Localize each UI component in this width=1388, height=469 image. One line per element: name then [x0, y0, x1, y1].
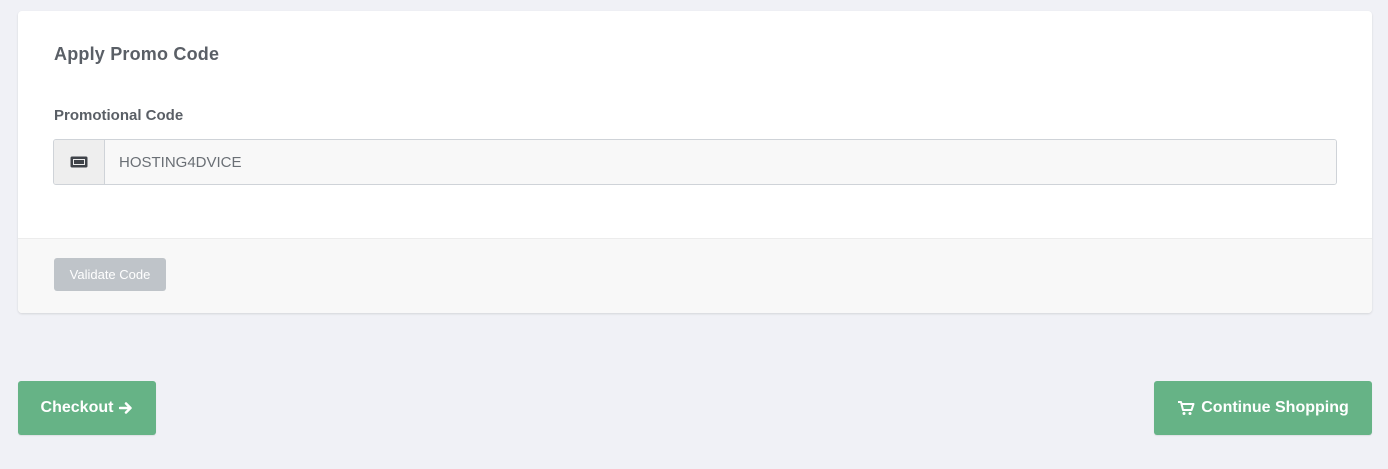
cart-icon — [1177, 400, 1195, 416]
promo-card-footer: Validate Code — [18, 238, 1372, 313]
promotional-code-label: Promotional Code — [54, 107, 184, 124]
ticket-icon — [54, 140, 105, 184]
continue-shopping-label: Continue Shopping — [1201, 399, 1349, 416]
promo-code-card: Apply Promo Code Promotional Code Valida… — [18, 11, 1372, 313]
promo-card-title: Apply Promo Code — [54, 44, 220, 64]
checkout-label: Checkout — [40, 399, 114, 416]
promo-card-body: Apply Promo Code Promotional Code — [18, 11, 1372, 238]
continue-shopping-button[interactable]: Continue Shopping — [1154, 381, 1372, 435]
arrow-right-icon — [119, 401, 133, 415]
promo-input-group — [53, 139, 1337, 185]
checkout-button[interactable]: Checkout — [18, 381, 156, 435]
promo-code-input[interactable] — [105, 140, 1336, 184]
validate-code-button[interactable]: Validate Code — [54, 258, 166, 291]
